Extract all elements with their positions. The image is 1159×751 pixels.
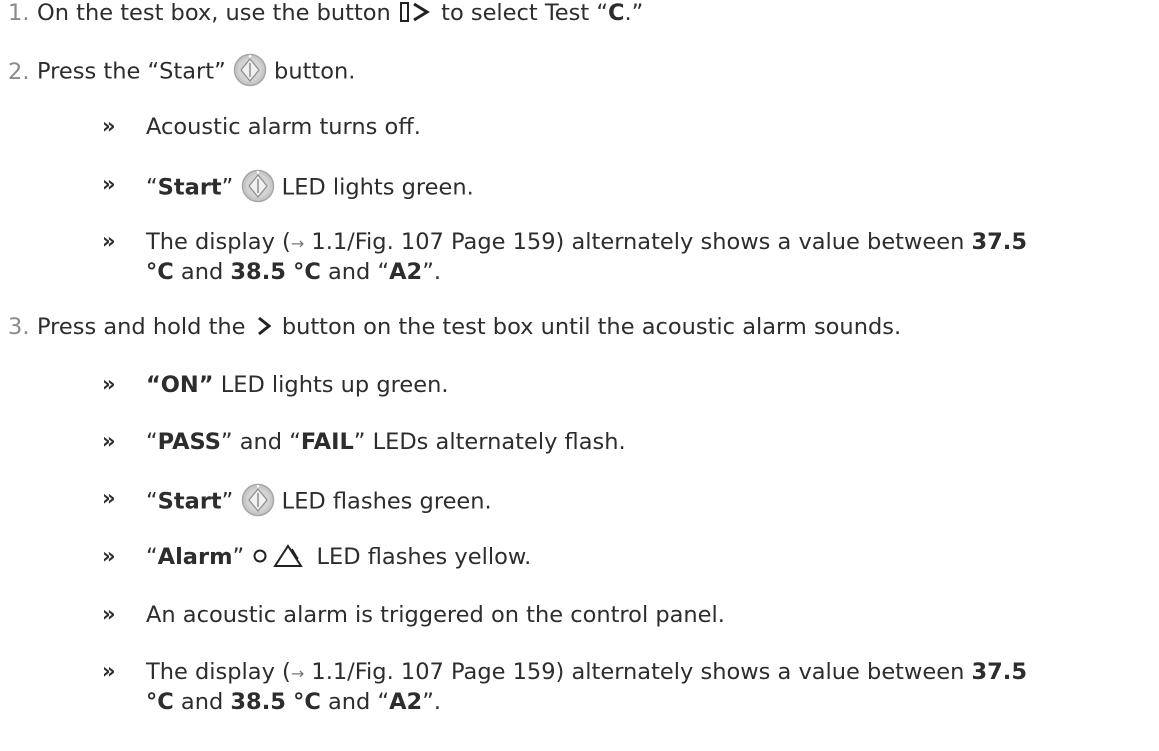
- test-letter: C: [608, 0, 625, 26]
- result-bullet: »: [102, 114, 116, 138]
- step-text: button.: [274, 58, 356, 85]
- result-bullet: »: [102, 602, 116, 626]
- result-text: Acoustic alarm turns off.: [146, 114, 421, 140]
- result-bullet: »: [102, 486, 116, 510]
- instruction-page: 1. On the test box, use the button to sel…: [0, 0, 1159, 751]
- result-bullet: »: [102, 429, 116, 453]
- step-2: 2. Press the “Start” button.: [8, 55, 355, 89]
- cross-reference-arrow-icon: →: [290, 664, 305, 683]
- result-text: The display (→ 1.1/Fig. 107 Page 159) al…: [146, 229, 1028, 285]
- step-text: Press and hold the: [37, 314, 246, 340]
- step-text: Press the “Start”: [37, 58, 226, 85]
- result-bullet: »: [102, 372, 116, 396]
- result-bullet: »: [102, 659, 116, 683]
- step-text: .”: [624, 0, 644, 26]
- step-number: 1.: [8, 0, 30, 26]
- result-text: An acoustic alarm is triggered on the co…: [146, 602, 725, 628]
- result-text: “Start” LED lights green.: [146, 171, 474, 205]
- result-text: “ON” LED lights up green.: [146, 372, 449, 398]
- step-number: 2.: [8, 58, 30, 85]
- select-test-button-icon: [399, 1, 430, 22]
- step-text: button on the test box until the acousti…: [281, 314, 902, 340]
- result-bullet: »: [102, 172, 116, 196]
- step-3: 3. Press and hold the button on the test …: [8, 314, 901, 340]
- alarm-led-icon: [253, 543, 304, 567]
- start-button-icon: [241, 483, 275, 517]
- chevron-right-icon: [257, 316, 272, 335]
- step-text: to select Test “: [441, 0, 608, 26]
- result-bullet: »: [102, 229, 116, 253]
- step-1: 1. On the test box, use the button to sel…: [8, 0, 643, 26]
- start-button-icon: [233, 53, 267, 87]
- cross-reference-arrow-icon: →: [290, 234, 305, 253]
- result-bullet: »: [102, 544, 116, 568]
- result-text: The display (→ 1.1/Fig. 107 Page 159) al…: [146, 659, 1028, 715]
- start-button-icon: [241, 169, 275, 203]
- step-text: On the test box, use the button: [37, 0, 391, 26]
- result-text: “PASS” and “FAIL” LEDs alternately flash…: [146, 429, 626, 455]
- result-text: “Alarm” LED flashes yellow.: [146, 543, 531, 572]
- step-number: 3.: [8, 314, 30, 340]
- result-text: “Start” LED flashes green.: [146, 485, 492, 519]
